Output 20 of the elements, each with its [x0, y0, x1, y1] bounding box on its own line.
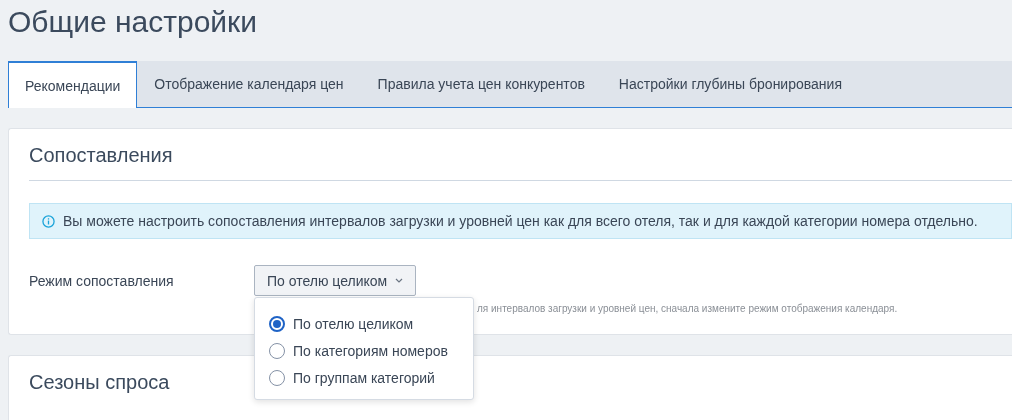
option-label: По отелю целиком [293, 315, 414, 332]
menu-option[interactable]: По категориям номеров [269, 337, 459, 364]
chevron-icon [395, 278, 404, 283]
tab[interactable]: Отображение календаря цен [137, 61, 361, 107]
tab[interactable]: Рекомендации [8, 61, 138, 108]
tab[interactable]: Правила учета цен конкурентов [360, 61, 602, 107]
option-label: По категориям номеров [293, 342, 448, 359]
info-icon [42, 214, 55, 228]
page-title: Общие настройки [8, 4, 258, 40]
info-text: Вы можете настроить сопоставления интервалов загрузки и уровней цен как для всего отеля, так и для каждой категории номера отдельно. [63, 213, 978, 229]
tab[interactable]: Настройки глубины бронирования [601, 61, 859, 107]
option-label: По группам категорий [293, 369, 435, 386]
section-heading: Сопоставления [29, 143, 173, 168]
hint-text: ля интервалов загрузки и уровней цен, сначала измените режим отображения календаря. [477, 303, 898, 314]
radio-button[interactable] [269, 315, 285, 332]
menu-option[interactable]: По группам категорий [269, 364, 459, 391]
menu-option[interactable]: По отелю целиком [269, 310, 459, 337]
section-heading: Сезоны спроса [29, 370, 170, 395]
mode-select[interactable]: По отелю целиком [254, 265, 417, 296]
field-label: Режим сопоставления [29, 272, 175, 289]
